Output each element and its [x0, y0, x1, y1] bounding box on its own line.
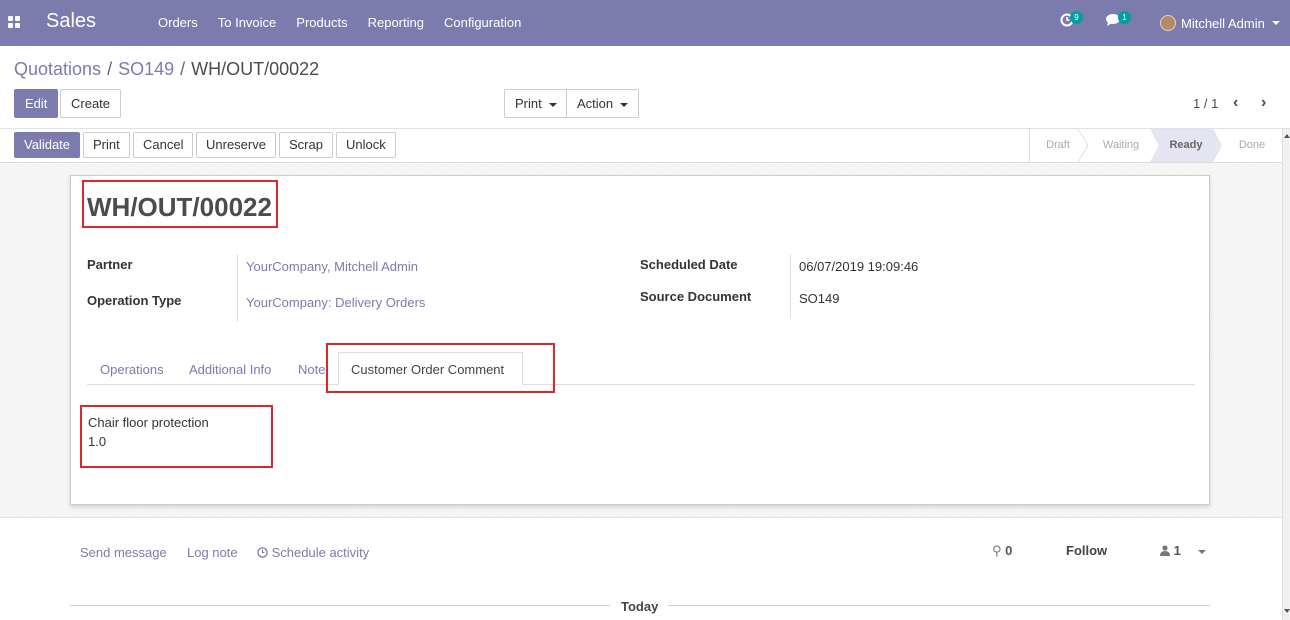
breadcrumb-separator: / [180, 59, 186, 79]
user-avatar [1160, 15, 1176, 31]
scroll-up-icon[interactable] [1284, 134, 1290, 138]
breadcrumb-separator: / [107, 59, 113, 79]
menu-configuration[interactable]: Configuration [434, 0, 531, 46]
stage-arrows [1077, 129, 1089, 162]
messages-chat-icon[interactable]: 1 [1106, 11, 1131, 31]
scroll-down-icon[interactable] [1284, 609, 1290, 613]
source-document-label: Source Document [640, 289, 752, 304]
today-line-left [70, 605, 610, 606]
schedule-activity-button[interactable]: Schedule activity [257, 545, 369, 560]
breadcrumb: Quotations / SO149/WH/OUT/00022 [14, 59, 319, 80]
stage-done: Done [1238, 139, 1266, 151]
validate-button[interactable]: Validate [14, 132, 81, 158]
menu-to-invoice[interactable]: To Invoice [208, 0, 287, 46]
caret-down-icon [620, 102, 629, 107]
activity-clock-icon[interactable]: 9 [1060, 11, 1083, 31]
followers-count: 1 [1173, 543, 1181, 558]
clock-icon [257, 547, 268, 558]
partner-value[interactable]: YourCompany, Mitchell Admin [246, 259, 418, 274]
form-sheet: WH/OUT/00022 Partner YourCompany, Mitche… [70, 175, 1210, 505]
breadcrumb-current: WH/OUT/00022 [191, 59, 320, 79]
user-menu[interactable]: Mitchell Admin [1160, 0, 1280, 46]
followers-button[interactable]: 1 [1160, 543, 1207, 558]
tabs-baseline [87, 384, 1195, 385]
operation-type-value[interactable]: YourCompany: Delivery Orders [246, 295, 425, 310]
cancel-button[interactable]: Cancel [133, 132, 194, 158]
paperclip-icon: ⚲ [992, 543, 1002, 558]
statusbar: Validate Print Cancel Unreserve Scrap Un… [0, 129, 1290, 163]
app-brand[interactable]: Sales [46, 10, 96, 33]
menu-reporting[interactable]: Reporting [358, 0, 434, 46]
partner-label: Partner [87, 257, 133, 272]
log-note-button[interactable]: Log note [187, 545, 238, 560]
caret-down-icon [1198, 549, 1207, 554]
create-button[interactable]: Create [60, 89, 122, 118]
scheduled-date-label: Scheduled Date [640, 257, 738, 272]
messages-badge: 1 [1118, 11, 1131, 24]
attachments-counter[interactable]: ⚲ 0 [992, 543, 1012, 559]
print-label: Print [515, 96, 542, 111]
scrap-button[interactable]: Scrap [279, 132, 333, 158]
unreserve-button[interactable]: Unreserve [196, 132, 276, 158]
highlight-box-tab [326, 343, 555, 393]
operation-type-label: Operation Type [87, 293, 182, 308]
activity-badge: 9 [1070, 11, 1083, 24]
record-title: WH/OUT/00022 [87, 192, 272, 222]
today-line-right [668, 605, 1210, 606]
source-document-value: SO149 [799, 291, 840, 306]
stage-ready: Ready [1150, 129, 1222, 162]
pager-previous-icon[interactable]: ‹ [1233, 95, 1238, 111]
highlight-box-comment [80, 405, 273, 468]
caret-down-icon [1271, 21, 1280, 25]
field-divider [790, 254, 791, 318]
unlock-button[interactable]: Unlock [336, 132, 396, 158]
tab-note[interactable]: Note [298, 362, 328, 377]
print-button[interactable]: Print [83, 132, 130, 158]
field-divider [237, 254, 238, 322]
top-navbar: Sales Orders To Invoice Products Reporti… [0, 0, 1290, 46]
tab-operations[interactable]: Operations [100, 362, 164, 377]
main-menu: Orders To Invoice Products Reporting Con… [148, 0, 531, 46]
menu-orders[interactable]: Orders [148, 0, 208, 46]
caret-down-icon [548, 102, 557, 107]
menu-products[interactable]: Products [286, 0, 357, 46]
print-dropdown[interactable]: Print [504, 89, 568, 118]
scheduled-date-value: 06/07/2019 19:09:46 [799, 259, 919, 274]
attachments-count: 0 [1005, 543, 1013, 558]
tab-additional-info[interactable]: Additional Info [189, 362, 271, 377]
follow-button[interactable]: Follow [1066, 543, 1107, 558]
action-dropdown[interactable]: Action [566, 89, 640, 118]
breadcrumb-quotations[interactable]: Quotations [14, 59, 101, 79]
pager-next-icon[interactable]: › [1261, 95, 1266, 111]
breadcrumb-so149[interactable]: SO149 [118, 59, 174, 79]
user-name: Mitchell Admin [1181, 15, 1265, 31]
chatter-divider [0, 517, 1282, 518]
schedule-activity-label: Schedule activity [271, 545, 370, 560]
edit-button[interactable]: Edit [14, 89, 59, 118]
page-scrollbar[interactable] [1282, 129, 1290, 620]
today-separator-label: Today [621, 599, 659, 614]
pager-value[interactable]: 1 / 1 [1193, 96, 1218, 111]
action-label: Action [577, 96, 614, 111]
user-icon [1160, 545, 1170, 556]
send-message-button[interactable]: Send message [80, 545, 167, 560]
apps-menu-icon[interactable] [8, 16, 21, 29]
